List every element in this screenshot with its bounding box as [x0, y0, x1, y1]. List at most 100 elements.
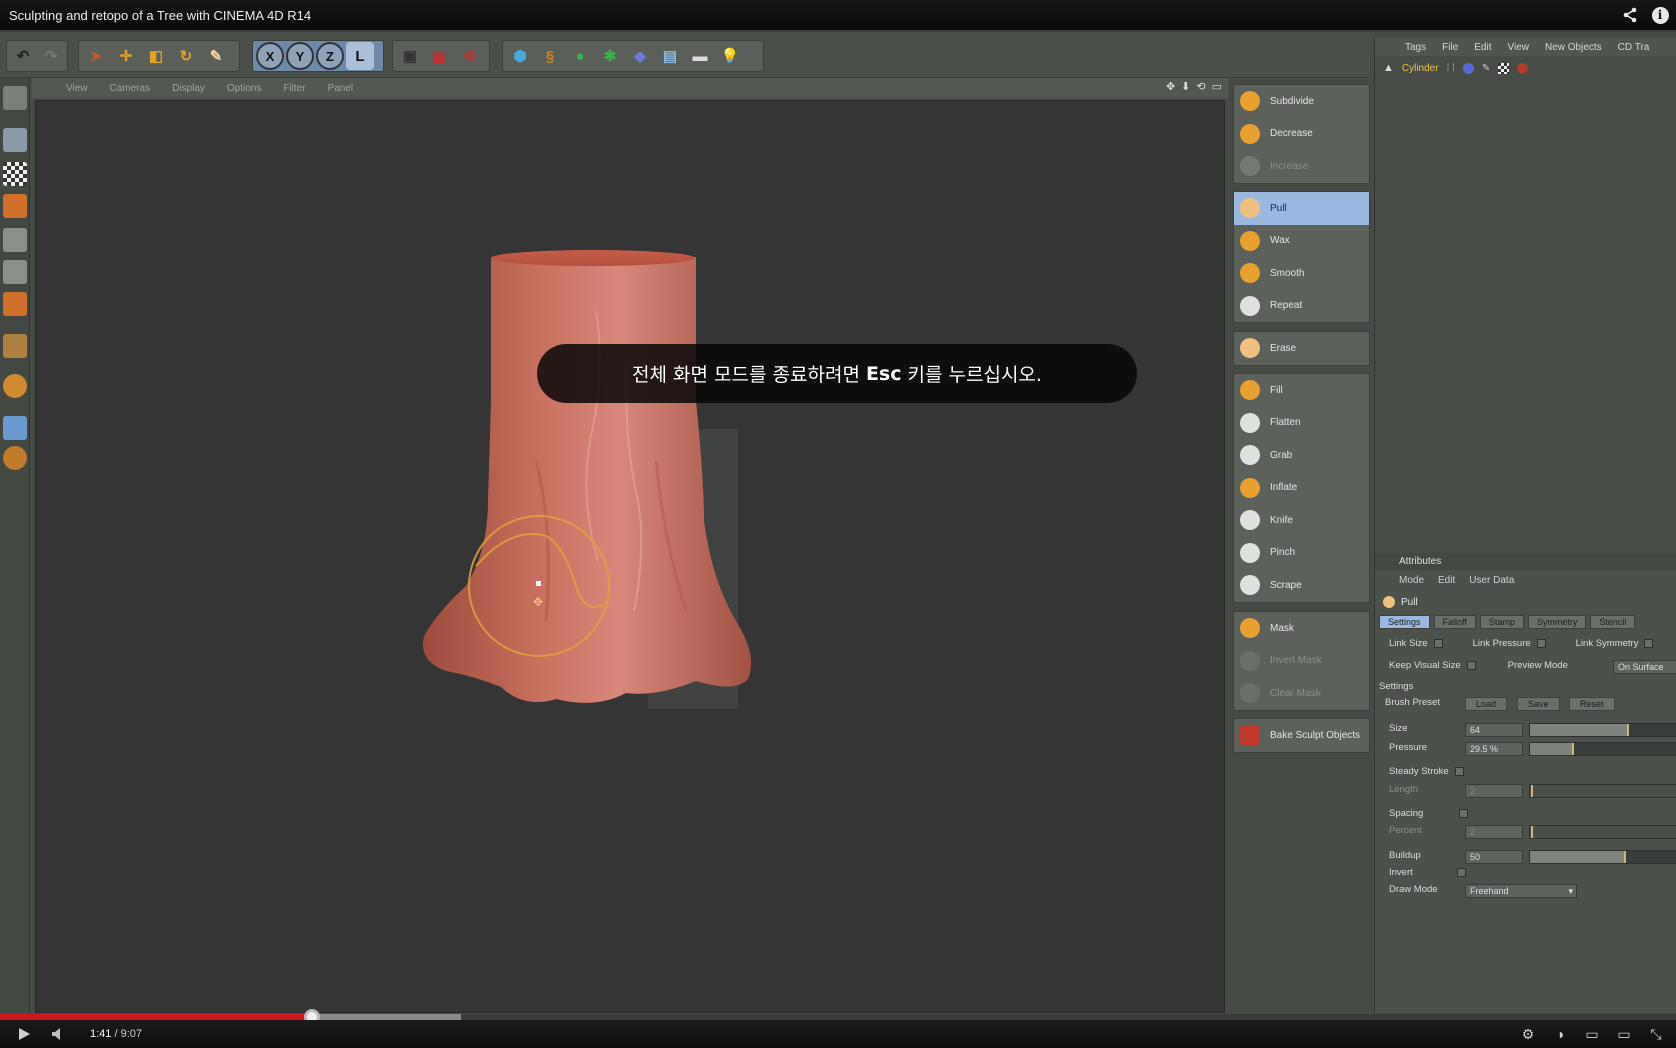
theater-mode-icon[interactable]: ▭	[1610, 1020, 1638, 1048]
sculpt-subdivide-button[interactable]: Subdivide	[1234, 85, 1369, 118]
save-preset-button[interactable]: Save	[1517, 697, 1560, 711]
pull-brush-button[interactable]: Pull	[1234, 192, 1369, 225]
mask-brush-button[interactable]: Mask	[1234, 612, 1369, 645]
edge-mode-icon[interactable]	[3, 260, 27, 284]
workplane-icon[interactable]	[3, 416, 27, 440]
y-axis-icon[interactable]: Y	[286, 42, 314, 70]
x-axis-icon[interactable]: X	[256, 42, 284, 70]
settings-gear-icon[interactable]: ⚙	[1514, 1020, 1542, 1048]
steady-stroke-checkbox[interactable]	[1454, 767, 1464, 776]
pinch-brush-button[interactable]: Pinch	[1234, 537, 1369, 570]
small-player-icon[interactable]: ▭	[1578, 1020, 1606, 1048]
material-tag-icon[interactable]	[1462, 62, 1474, 74]
texture-mode-icon[interactable]	[3, 162, 27, 186]
preview-mode-select[interactable]: On Surface	[1613, 660, 1676, 674]
link-pressure-checkbox[interactable]	[1536, 639, 1546, 648]
inflate-brush-button[interactable]: Inflate	[1234, 472, 1369, 505]
viewport-menu-panel[interactable]: Panel	[328, 83, 354, 94]
tab-falloff[interactable]: Falloff	[1433, 615, 1476, 629]
viewport-move-icon[interactable]: ✥	[1166, 80, 1175, 93]
deformer-icon[interactable]: ◆	[626, 42, 654, 70]
tab-stencil[interactable]: Stencil	[1590, 615, 1636, 629]
wax-brush-button[interactable]: Wax	[1234, 225, 1369, 258]
uvw-tag-icon[interactable]	[1498, 62, 1510, 74]
render-view-icon[interactable]: ▣	[396, 42, 424, 70]
buildup-slider[interactable]	[1529, 850, 1676, 864]
play-icon[interactable]	[10, 1020, 38, 1048]
lock-workplane-icon[interactable]	[3, 446, 27, 470]
workplane-mode-icon[interactable]	[3, 194, 27, 218]
snap-icon[interactable]	[3, 374, 27, 398]
om-menu-new-objects[interactable]: New Objects	[1545, 42, 1602, 53]
percent-input[interactable]: 2	[1465, 825, 1523, 839]
object-row-cylinder[interactable]: ▲ Cylinder ⁞ ⁞ ✎	[1383, 62, 1529, 74]
clear-mask-button[interactable]: Clear Mask	[1234, 677, 1369, 710]
sculpt-decrease-button[interactable]: Decrease	[1234, 118, 1369, 151]
video-frame[interactable]: Sculpting and retopo of a Tree with CINE…	[0, 0, 1676, 1048]
viewport-menu-cameras[interactable]: Cameras	[110, 83, 151, 94]
sculpt-brush-tool-icon[interactable]: ✎	[202, 42, 230, 70]
reset-preset-button[interactable]: Reset	[1569, 697, 1615, 711]
volume-icon[interactable]	[44, 1020, 72, 1048]
light-icon[interactable]: 💡	[716, 42, 744, 70]
buildup-input[interactable]: 50	[1465, 850, 1523, 864]
om-menu-tags[interactable]: Tags	[1405, 42, 1426, 53]
am-menu-edit[interactable]: Edit	[1438, 575, 1455, 586]
scene-floor-icon[interactable]: ▤	[656, 42, 684, 70]
scale-tool-icon[interactable]: ◧	[142, 42, 170, 70]
3d-viewport[interactable]: ✥	[35, 100, 1225, 1013]
flatten-brush-button[interactable]: Flatten	[1234, 407, 1369, 440]
point-mode-icon[interactable]	[3, 228, 27, 252]
annotations-icon[interactable]: ◑	[1546, 1020, 1574, 1048]
texture-tag-icon[interactable]	[1517, 62, 1529, 74]
scrape-brush-button[interactable]: Scrape	[1234, 569, 1369, 602]
invert-mask-button[interactable]: Invert Mask	[1234, 645, 1369, 678]
sculpt-tag-icon[interactable]: ✎	[1482, 63, 1490, 74]
array-icon[interactable]: ✱	[596, 42, 624, 70]
render-picture-viewer-icon[interactable]: ▣	[426, 42, 454, 70]
model-mode-icon[interactable]	[3, 128, 27, 152]
grab-brush-button[interactable]: Grab	[1234, 439, 1369, 472]
tab-stamp[interactable]: Stamp	[1479, 615, 1524, 629]
invert-checkbox[interactable]	[1456, 868, 1466, 877]
viewport-menu-view[interactable]: View	[66, 83, 88, 94]
select-tool-icon[interactable]: ➤	[82, 42, 110, 70]
axis-mode-icon[interactable]	[3, 334, 27, 358]
length-input[interactable]: 2	[1465, 784, 1523, 798]
share-icon[interactable]	[1620, 5, 1640, 25]
load-preset-button[interactable]: Load	[1465, 697, 1508, 711]
keep-visual-size-checkbox[interactable]	[1466, 661, 1476, 670]
pressure-slider[interactable]	[1529, 742, 1676, 756]
erase-brush-button[interactable]: Erase	[1234, 332, 1369, 365]
sculpt-increase-button[interactable]: Increase	[1234, 150, 1369, 183]
redo-icon[interactable]: ↷	[38, 42, 64, 70]
size-input[interactable]: 64	[1465, 723, 1523, 737]
link-size-checkbox[interactable]	[1433, 639, 1443, 648]
make-editable-icon[interactable]	[3, 86, 27, 110]
am-menu-user-data[interactable]: User Data	[1469, 575, 1514, 586]
smooth-brush-button[interactable]: Smooth	[1234, 257, 1369, 290]
viewport-rotate-icon[interactable]: ⟲	[1196, 80, 1205, 93]
knife-brush-button[interactable]: Knife	[1234, 504, 1369, 537]
viewport-zoom-icon[interactable]: ⬇	[1181, 80, 1190, 93]
fill-brush-button[interactable]: Fill	[1234, 374, 1369, 407]
size-slider[interactable]	[1529, 723, 1676, 737]
undo-icon[interactable]: ↶	[10, 42, 36, 70]
link-symmetry-checkbox[interactable]	[1644, 639, 1654, 648]
om-menu-view[interactable]: View	[1507, 42, 1529, 53]
z-axis-icon[interactable]: Z	[316, 42, 344, 70]
nurbs-icon[interactable]: ●	[566, 42, 594, 70]
draw-mode-select[interactable]: Freehand ▾	[1465, 884, 1577, 898]
viewport-menu-display[interactable]: Display	[172, 83, 205, 94]
tab-settings[interactable]: Settings	[1379, 615, 1430, 629]
om-menu-cd-tra[interactable]: CD Tra	[1618, 42, 1650, 53]
repeat-brush-button[interactable]: Repeat	[1234, 290, 1369, 323]
coordinate-system-icon[interactable]: L	[346, 42, 374, 70]
info-icon[interactable]: i	[1650, 5, 1670, 25]
percent-slider[interactable]	[1529, 825, 1676, 839]
length-slider[interactable]	[1529, 784, 1676, 798]
exit-fullscreen-icon[interactable]: ⤡	[1642, 1020, 1670, 1048]
cube-object-icon[interactable]: ⬢	[506, 42, 534, 70]
am-menu-mode[interactable]: Mode	[1399, 575, 1424, 586]
rotate-tool-icon[interactable]: ↻	[172, 42, 200, 70]
